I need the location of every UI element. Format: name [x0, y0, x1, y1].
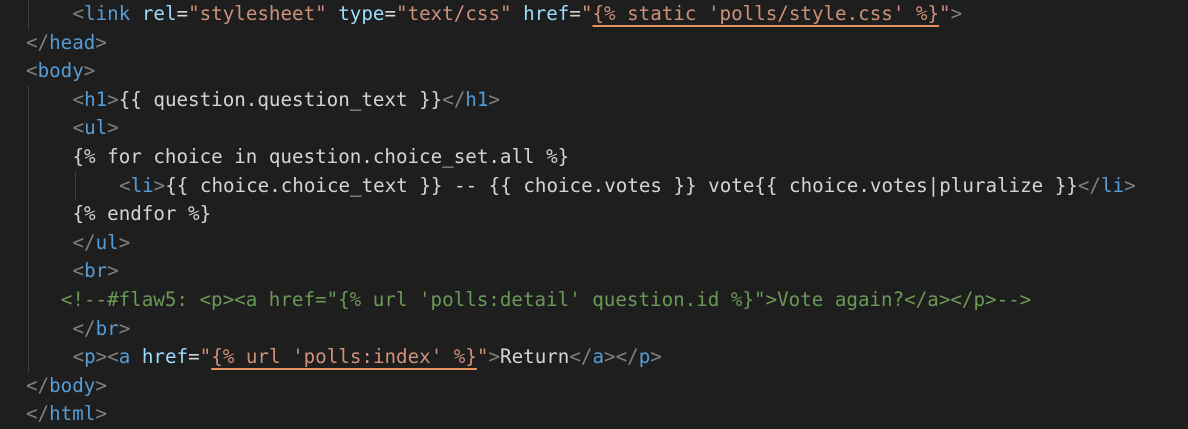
code-token: >	[95, 30, 107, 54]
code-token: >	[95, 373, 107, 397]
code-token: =	[188, 345, 200, 369]
code-token: <	[26, 59, 38, 83]
code-token: </	[26, 373, 50, 397]
code-token: "	[939, 2, 951, 25]
code-token: </	[72, 316, 96, 340]
code-token: "text/css"	[396, 2, 512, 25]
code-token: </	[72, 230, 96, 254]
indent-guide	[28, 85, 29, 372]
code-token: >	[107, 259, 119, 283]
code-token: {% for choice in question.choice_set.all…	[72, 145, 570, 168]
code-line[interactable]: {% for choice in question.choice_set.all…	[73, 143, 570, 172]
code-line[interactable]: </br>	[73, 315, 131, 344]
code-line[interactable]: </head>	[26, 29, 107, 58]
code-token: =	[176, 2, 189, 25]
code-token: p	[638, 345, 651, 369]
code-token: </	[615, 345, 639, 369]
code-token: >	[118, 230, 131, 254]
code-token: href	[141, 345, 189, 369]
code-token: </	[26, 30, 50, 54]
code-token: "	[476, 345, 489, 369]
code-line[interactable]: <br>	[73, 257, 119, 286]
code-token: rel	[141, 2, 177, 25]
code-token: pluralize }}	[939, 173, 1078, 197]
code-token: h1	[84, 87, 108, 111]
code-token: br	[95, 316, 119, 340]
code-token: >	[488, 345, 501, 369]
code-token: ul	[84, 116, 108, 140]
code-token: <	[72, 2, 85, 25]
code-token: body	[49, 373, 96, 397]
code-token: head	[49, 30, 96, 54]
code-line[interactable]: </ul>	[73, 229, 131, 258]
code-token: link	[84, 2, 131, 25]
code-token: p	[84, 345, 96, 369]
code-line[interactable]: <ul>	[73, 114, 119, 143]
code-token: >	[95, 345, 108, 369]
code-token: a	[118, 345, 131, 369]
code-token: li	[130, 173, 154, 197]
code-token: >	[107, 87, 119, 111]
code-editor[interactable]: <link rel="stylesheet" type="text/css" h…	[0, 0, 1188, 426]
code-token: br	[84, 259, 108, 283]
warning-token: {% url 'polls:index' %}	[211, 345, 477, 369]
code-line[interactable]: </body>	[26, 372, 107, 401]
code-token: <!--#flaw5: <p><a href="{% url 'polls:de…	[60, 288, 1032, 311]
code-token: <	[72, 259, 85, 283]
code-line[interactable]: <link rel="stylesheet" type="text/css" h…	[73, 0, 963, 29]
code-token: li	[1100, 173, 1125, 197]
code-token: =	[384, 2, 397, 25]
code-token: {% endfor %}	[72, 202, 212, 226]
code-token: "	[580, 2, 593, 25]
code-token: </	[569, 345, 593, 369]
code-line[interactable]: <li>{{ choice.choice_text }} -- {{ choic…	[119, 172, 1136, 201]
code-token: >	[650, 345, 662, 369]
code-token: >	[1124, 173, 1136, 197]
code-token: html	[49, 402, 96, 426]
code-token: </	[1077, 173, 1101, 197]
code-token: {{ question.question_text }}	[118, 87, 443, 111]
code-token: </	[442, 87, 466, 111]
code-token: >	[604, 345, 616, 369]
code-token: <	[72, 87, 85, 111]
code-token: <	[107, 345, 119, 369]
code-line[interactable]: <body>	[26, 57, 95, 86]
warning-token: {% static 'polls/style.css' %}	[592, 2, 940, 25]
code-line[interactable]: <p><a href="{% url 'polls:index' %}">Ret…	[73, 343, 662, 372]
code-line[interactable]: <!--#flaw5: <p><a href="{% url 'polls:de…	[61, 286, 1031, 315]
code-line[interactable]: <h1>{{ question.question_text }}</h1>	[73, 86, 500, 115]
code-line[interactable]: </html>	[26, 400, 107, 429]
code-token: <	[72, 116, 85, 140]
indent-guide	[28, 0, 29, 29]
code-token: <	[72, 345, 85, 369]
code-token: =	[569, 2, 581, 25]
code-token: href	[523, 2, 570, 25]
code-token: a	[592, 345, 605, 369]
code-token: Return	[500, 345, 570, 369]
code-token: "	[199, 345, 212, 369]
indent-guide	[74, 171, 76, 201]
code-token: >	[107, 116, 119, 140]
code-token: h1	[465, 87, 489, 111]
code-token: type	[338, 2, 385, 25]
code-token: <	[119, 173, 131, 197]
code-token: ul	[95, 230, 119, 254]
text-cursor: |	[927, 173, 940, 197]
code-line[interactable]: {% endfor %}	[73, 200, 212, 229]
code-token: >	[95, 402, 107, 426]
code-token: body	[37, 59, 84, 83]
code-token: "stylesheet"	[188, 2, 327, 25]
code-token: >	[83, 59, 96, 83]
code-token: >	[488, 87, 500, 111]
code-token: >	[950, 2, 963, 25]
code-token: >	[153, 173, 166, 197]
code-token: {{ choice.choice_text }} -- {{ choice.vo…	[165, 173, 928, 197]
code-token: </	[26, 402, 50, 426]
code-token: >	[118, 316, 131, 340]
